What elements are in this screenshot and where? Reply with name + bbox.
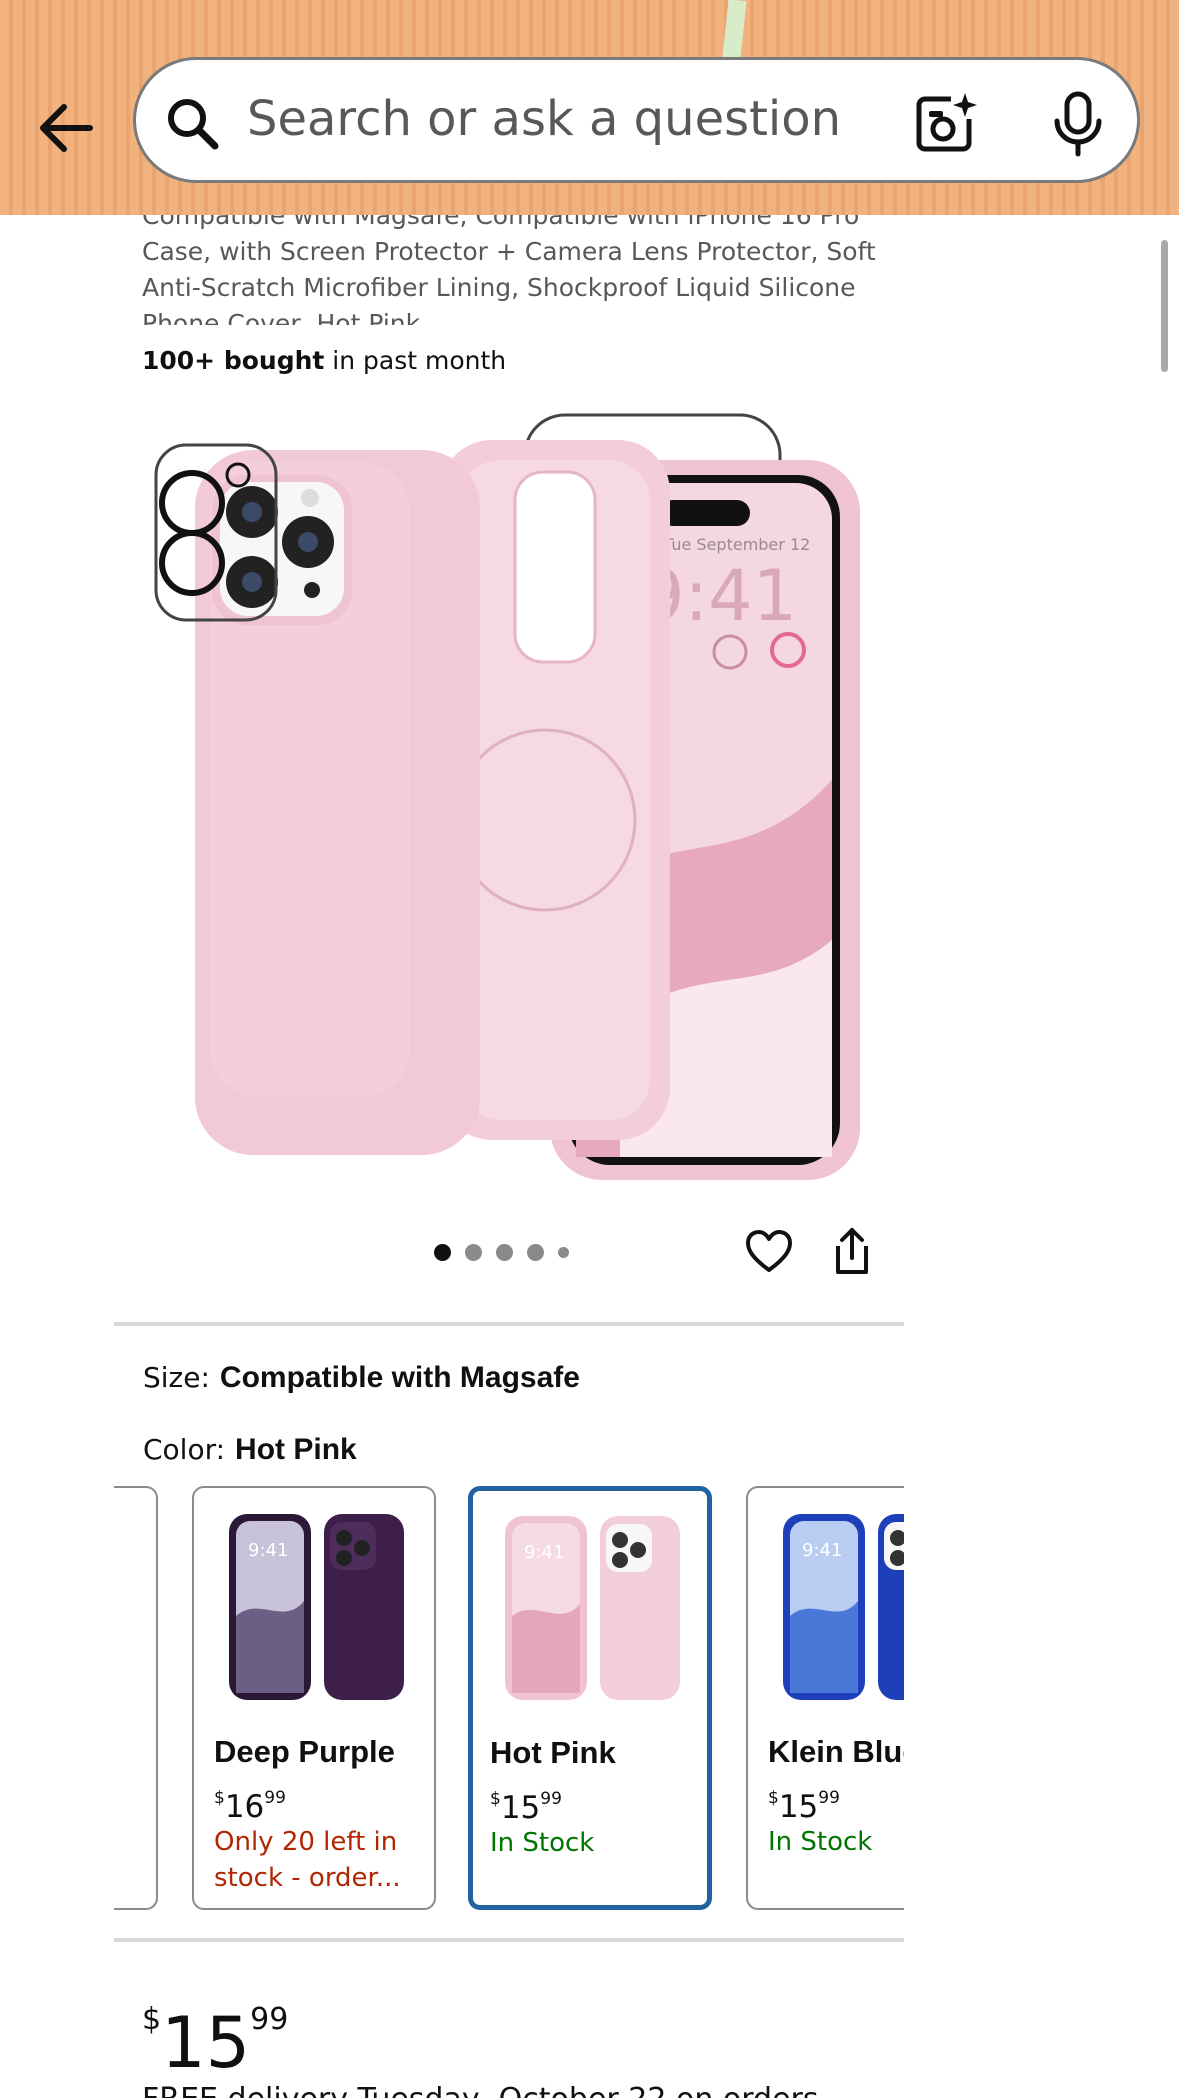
swatch-name: Klein Blue — [768, 1734, 904, 1769]
size-value: Compatible with Magsafe — [219, 1361, 580, 1394]
swatch-price: $1699 — [214, 1788, 286, 1825]
svg-text:9:41: 9:41 — [524, 1542, 564, 1563]
heart-icon — [746, 1230, 792, 1272]
pagination-dot-4[interactable] — [527, 1243, 544, 1261]
product-title[interactable]: Compatible with Magsafe, Compatible with… — [142, 215, 902, 325]
svg-text:Tue September 12: Tue September 12 — [663, 535, 810, 554]
color-swatch-previous[interactable] — [114, 1486, 158, 1910]
search-bar[interactable]: Search or ask a question — [133, 57, 1140, 183]
section-divider — [114, 1322, 904, 1326]
search-input[interactable]: Search or ask a question — [247, 89, 841, 149]
pagination-dot-2[interactable] — [465, 1243, 482, 1261]
pagination-dot-1[interactable] — [434, 1243, 451, 1261]
color-label: Color: — [143, 1433, 226, 1466]
top-search-header: Search or ask a question — [0, 0, 1179, 215]
section-divider — [114, 1938, 904, 1942]
swatch-price: $1599 — [768, 1788, 840, 1825]
swatch-stock-status: In Stock — [490, 1828, 595, 1858]
bought-count: 100+ bought — [142, 346, 325, 375]
arrow-left-icon — [40, 104, 93, 152]
color-swatch-deep-purple[interactable]: 9:41 Deep Purple $1699 Only 20 left in s… — [192, 1486, 436, 1910]
swatch-thumbnail: 9:41 — [783, 1514, 904, 1700]
color-swatch-hot-pink[interactable]: 9:41 Hot Pink $1599 In Stock — [468, 1486, 712, 1910]
search-icon — [168, 99, 219, 150]
swatch-stock-status: In Stock — [768, 1827, 873, 1857]
delivery-info-container: FREE delivery Tuesday, October 22 on ord… — [142, 2080, 1042, 2098]
swatch-price: $1599 — [490, 1789, 562, 1826]
color-option: Color: Hot Pink — [143, 1430, 357, 1470]
size-label: Size: — [143, 1361, 210, 1394]
camera-sparkle-icon — [916, 93, 977, 152]
color-value: Hot Pink — [235, 1433, 357, 1466]
product-title-container: Compatible with Magsafe, Compatible with… — [142, 215, 902, 325]
swatch-thumbnail — [114, 1506, 136, 1706]
color-swatch-klein-blue[interactable]: 9:41 Klein Blue $1599 In Stock — [746, 1486, 904, 1910]
add-to-list-button[interactable] — [745, 1228, 793, 1276]
bought-suffix: in past month — [324, 346, 507, 375]
pagination-dot-3[interactable] — [496, 1243, 513, 1261]
svg-text:9:41: 9:41 — [802, 1540, 842, 1561]
delivery-info[interactable]: FREE delivery Tuesday, October 22 on ord… — [142, 2080, 1042, 2098]
swatch-name: Hot Pink — [490, 1735, 616, 1770]
swatch-name: Deep Purple — [214, 1734, 395, 1769]
swatch-stock-status: Only 20 left in stock - order... — [214, 1827, 401, 1893]
color-swatch-carousel[interactable]: 9:41 Deep Purple $1699 Only 20 left in s… — [114, 1480, 904, 1920]
product-price: $1599 — [142, 2002, 289, 2084]
image-pagination-dots[interactable] — [434, 1242, 569, 1262]
bought-in-past-month: 100+ bought in past month — [142, 343, 506, 379]
microphone-icon — [1054, 91, 1102, 157]
share-icon — [836, 1228, 868, 1274]
svg-text:9:41: 9:41 — [248, 1540, 288, 1561]
swatch-thumbnail: 9:41 — [505, 1516, 680, 1700]
size-option: Size: Compatible with Magsafe — [143, 1358, 580, 1398]
page-scrollbar[interactable] — [1161, 240, 1168, 372]
share-button[interactable] — [830, 1226, 874, 1276]
pagination-dot-5[interactable] — [558, 1246, 569, 1258]
phone-case-illustration: Tue September 12 9:41 — [154, 413, 860, 1180]
camera-search-button[interactable] — [913, 91, 977, 155]
voice-search-button[interactable] — [1050, 91, 1106, 157]
swatch-thumbnail: 9:41 — [229, 1514, 404, 1700]
back-button[interactable] — [30, 92, 102, 164]
product-image[interactable]: Tue September 12 9:41 — [140, 400, 880, 1180]
